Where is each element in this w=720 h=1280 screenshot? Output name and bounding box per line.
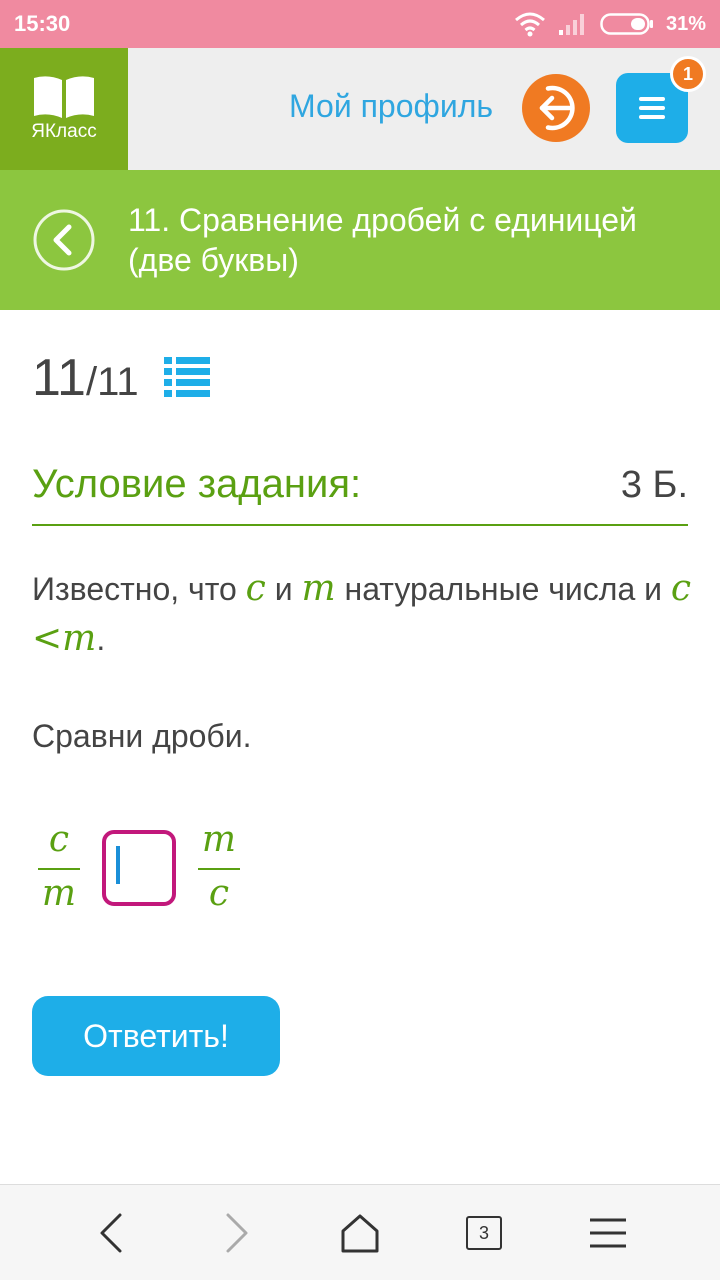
comparison-answer-input[interactable] — [102, 830, 176, 906]
fraction-right-numerator: m — [201, 819, 237, 860]
fraction-right-denominator: c — [208, 873, 230, 914]
menu-lines-icon[interactable] — [584, 1209, 632, 1257]
lesson-title-bar: 11. Сравнение дробей с единицей (две бук… — [0, 170, 720, 310]
task-text-1: Известно, что — [32, 571, 246, 607]
browser-bottom-nav — [0, 1184, 720, 1280]
compare-instruction: Сравни дроби. — [32, 718, 252, 754]
tabs-count-button[interactable]: 3 — [466, 1216, 502, 1250]
battery-percent: 31% — [665, 12, 706, 35]
signal-icon — [558, 14, 584, 35]
book-icon — [34, 76, 94, 118]
forward-arrow-icon[interactable] — [212, 1209, 260, 1257]
task-counter: 11 /11 — [32, 348, 139, 408]
chevron-left-circle-icon — [33, 209, 95, 271]
math-var-c: c — [245, 568, 266, 609]
logout-button[interactable] — [522, 74, 590, 142]
home-icon[interactable] — [336, 1209, 384, 1257]
logo[interactable]: ЯКласс — [0, 48, 128, 170]
fraction-left-bar — [38, 868, 80, 870]
task-text-3: натуральные числа и — [335, 571, 671, 607]
condition-points: 3 Б. — [620, 464, 688, 506]
logo-text: ЯКласс — [31, 121, 97, 142]
fraction-right-bar — [198, 868, 240, 870]
notification-badge[interactable]: 1 — [670, 56, 706, 92]
task-text-2: и — [265, 571, 302, 607]
app-header: ЯКласс Мой профиль — [0, 48, 720, 170]
back-button[interactable] — [32, 208, 96, 272]
text-cursor — [116, 846, 120, 884]
status-bar: 15:30 31% — [0, 0, 720, 48]
battery-icon — [600, 13, 653, 35]
counter-total: /11 — [85, 360, 139, 404]
wifi-icon — [514, 12, 545, 37]
task-text-4: . — [96, 621, 106, 657]
condition-divider — [32, 524, 688, 526]
counter-current: 11 — [32, 349, 86, 407]
math-var-m: m — [301, 568, 336, 609]
fraction-left-denominator: m — [41, 873, 77, 914]
logout-icon — [539, 85, 575, 131]
status-time: 15:30 — [14, 11, 71, 36]
condition-title: Условие задания: — [32, 462, 362, 506]
lesson-title: 11. Сравнение дробей с единицей (две бук… — [128, 202, 637, 278]
my-profile-link[interactable]: Мой профиль — [289, 88, 493, 125]
submit-answer-button[interactable]: Ответить! — [32, 996, 280, 1076]
fraction-left-numerator: c — [48, 819, 70, 860]
back-arrow-icon[interactable] — [88, 1209, 136, 1257]
task-statement: Известно, что c и m натуральные числа и … — [32, 564, 692, 664]
task-list-icon[interactable] — [164, 355, 210, 399]
status-icons: 31% — [514, 8, 706, 40]
